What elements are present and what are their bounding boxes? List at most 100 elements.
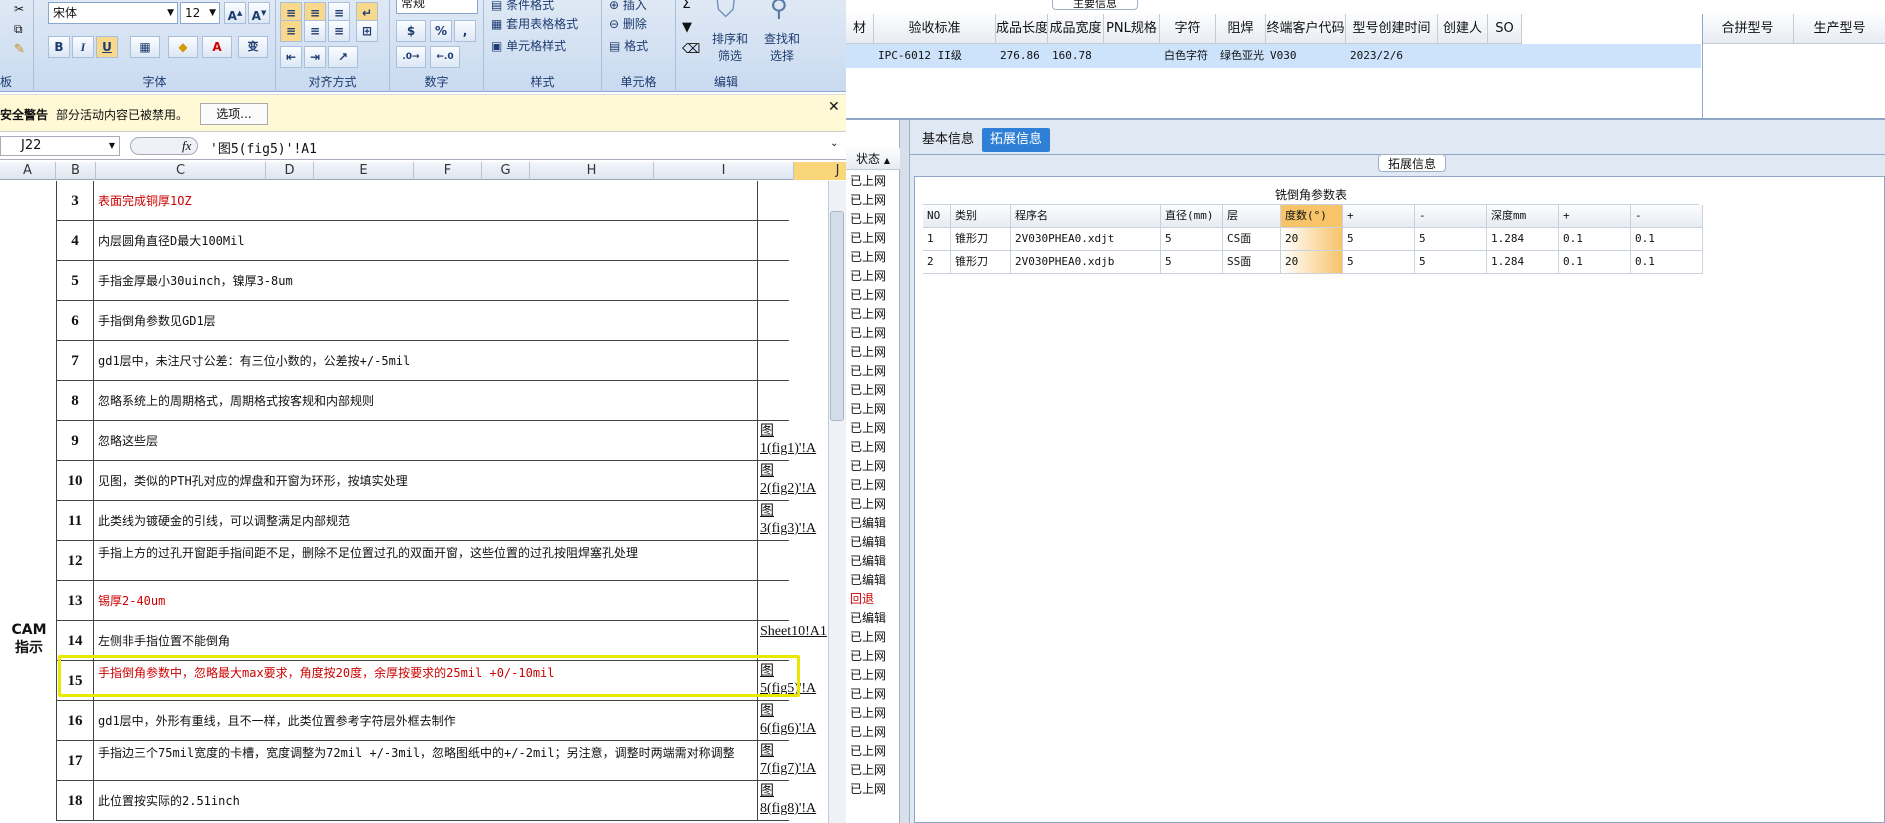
table-row[interactable]: 16 gd1层中，外形有重线，且不一样，此类位置参考字符层外框去制作图 6(fig… bbox=[56, 701, 816, 741]
column-header-c[interactable]: C bbox=[96, 162, 266, 180]
table-cell[interactable]: 5 bbox=[1415, 251, 1487, 274]
state-item[interactable]: 已上网 bbox=[850, 704, 894, 723]
row-text[interactable]: 内层圆角直径D最大100Mil bbox=[96, 221, 758, 261]
state-item[interactable]: 已上网 bbox=[850, 286, 894, 305]
row-text[interactable]: 表面完成铜厚1OZ bbox=[96, 181, 758, 221]
row-text[interactable]: 忽略系统上的周期格式，周期格式按客规和内部规则 bbox=[96, 381, 758, 421]
table-header-cell[interactable]: 深度mm bbox=[1487, 205, 1559, 228]
table-row[interactable]: 11 此类线为镀硬金的引线，可以调整满足内部规范图 3(fig3)'!A bbox=[56, 501, 816, 541]
state-item[interactable]: 已上网 bbox=[850, 723, 894, 742]
table-row[interactable]: 18 此位置按实际的2.51inch 图 8(fig8)'!A bbox=[56, 781, 816, 821]
table-cell[interactable]: 20 bbox=[1281, 251, 1343, 274]
table-row[interactable]: 17 手指边三个75mil宽度的卡槽，宽度调整为72mil +/-3mil，忽略图… bbox=[56, 741, 816, 781]
state-item[interactable]: 已编辑 bbox=[850, 571, 894, 590]
state-item[interactable]: 已上网 bbox=[850, 324, 894, 343]
table-row[interactable]: 7 gd1层中，未注尺寸公差：有三位小数的，公差按+/-5mil bbox=[56, 341, 789, 381]
column-header-a[interactable]: A bbox=[0, 162, 56, 180]
sort-filter-button[interactable]: 排序和 筛选 bbox=[712, 30, 748, 64]
number-format-select[interactable]: 常规 bbox=[396, 0, 478, 14]
table-cell[interactable]: 20 bbox=[1281, 228, 1343, 251]
cell[interactable] bbox=[1104, 44, 1160, 68]
row-text[interactable]: 此类线为镀硬金的引线，可以调整满足内部规范 bbox=[96, 501, 758, 541]
italic-button[interactable]: I bbox=[72, 36, 94, 58]
table-header-cell[interactable]: + bbox=[1559, 205, 1631, 228]
table-header-cell[interactable]: - bbox=[1415, 205, 1487, 228]
table-row[interactable]: 5 手指金厚最小30uinch，镍厚3-8um bbox=[56, 261, 789, 301]
table-row[interactable]: 8 忽略系统上的周期格式，周期格式按客规和内部规则 bbox=[56, 381, 789, 421]
font-size-select[interactable]: 12 ▼ bbox=[180, 2, 220, 24]
table-format-button[interactable]: ▦ 套用表格格式 bbox=[490, 13, 579, 35]
align-center-icon[interactable]: ≡ bbox=[304, 20, 326, 42]
security-options-button[interactable]: 选项... bbox=[200, 103, 268, 125]
format-button[interactable]: ▤ 格式 bbox=[608, 35, 649, 57]
expand-formula-icon[interactable]: ⌄ bbox=[830, 138, 838, 149]
increase-indent-icon[interactable]: ⇥ bbox=[304, 46, 326, 68]
state-item[interactable]: 已上网 bbox=[850, 381, 894, 400]
format-painter-icon[interactable]: ✎ bbox=[14, 42, 25, 57]
state-item[interactable]: 已上网 bbox=[850, 362, 894, 381]
align-left-icon[interactable]: ≡ bbox=[280, 20, 302, 42]
state-item[interactable]: 已上网 bbox=[850, 495, 894, 514]
cell[interactable] bbox=[846, 44, 874, 68]
column-header[interactable]: 成品长度 bbox=[996, 14, 1048, 44]
fill-color-icon[interactable]: ◆ bbox=[168, 36, 198, 58]
fx-button[interactable]: fx bbox=[182, 138, 191, 154]
row-link[interactable] bbox=[760, 301, 828, 341]
cell[interactable]: 160.78 bbox=[1048, 44, 1104, 68]
table-cell[interactable]: 2V030PHEA0.xdjt bbox=[1011, 228, 1161, 251]
cut-icon[interactable]: ✂ bbox=[14, 2, 24, 16]
row-text[interactable]: 手指倒角参数见GD1层 bbox=[96, 301, 758, 341]
table-cell[interactable]: 0.1 bbox=[1559, 251, 1631, 274]
row-text[interactable]: 手指边三个75mil宽度的卡槽，宽度调整为72mil +/-3mil，忽略图纸中… bbox=[96, 741, 758, 781]
table-cell[interactable]: CS面 bbox=[1223, 228, 1281, 251]
table-cell[interactable]: 5 bbox=[1343, 228, 1415, 251]
state-item[interactable]: 已上网 bbox=[850, 647, 894, 666]
table-row[interactable]: 13 锡厚2-40um bbox=[56, 581, 789, 621]
state-item[interactable]: 已上网 bbox=[850, 248, 894, 267]
state-item[interactable]: 已编辑 bbox=[850, 533, 894, 552]
column-header[interactable]: 型号创建时间 bbox=[1346, 14, 1438, 44]
table-row[interactable]: 12 手指上方的过孔开窗距手指间距不足，删除不足位置过孔的双面开窗，这些位置的过孔… bbox=[56, 541, 789, 581]
decrease-decimal-icon[interactable]: ←.0 bbox=[430, 46, 460, 68]
table-header-cell[interactable]: 层 bbox=[1223, 205, 1281, 228]
cell[interactable]: 2023/2/6 bbox=[1346, 44, 1438, 68]
bold-button[interactable]: B bbox=[48, 36, 70, 58]
sum-icon[interactable]: Σ bbox=[682, 0, 691, 12]
sort-filter-icon[interactable]: ⛉ bbox=[716, 0, 736, 25]
state-item[interactable]: 回退 bbox=[850, 590, 894, 609]
cell-style-button[interactable]: ▣ 单元格样式 bbox=[490, 35, 567, 57]
state-item[interactable]: 已上网 bbox=[850, 229, 894, 248]
borders-icon[interactable]: ▦ bbox=[130, 36, 160, 58]
table-row[interactable]: 6 手指倒角参数见GD1层 bbox=[56, 301, 789, 341]
increase-decimal-icon[interactable]: .0→ bbox=[396, 46, 426, 68]
table-header-cell[interactable]: 类别 bbox=[951, 205, 1011, 228]
state-item[interactable]: 已上网 bbox=[850, 210, 894, 229]
row-text[interactable]: 手指金厚最小30uinch，镍厚3-8um bbox=[96, 261, 758, 301]
state-item[interactable]: 已上网 bbox=[850, 267, 894, 286]
font-name-select[interactable]: 宋体 ▼ bbox=[48, 2, 178, 24]
table-header-cell[interactable]: 程序名 bbox=[1011, 205, 1161, 228]
column-header[interactable]: SO bbox=[1488, 14, 1522, 44]
merge-cells-icon[interactable]: ⊞ bbox=[356, 20, 378, 42]
orientation-icon[interactable]: ↗ bbox=[328, 46, 358, 68]
table-cell[interactable]: 1.284 bbox=[1487, 251, 1559, 274]
state-item[interactable]: 已上网 bbox=[850, 742, 894, 761]
comma-button[interactable]: , bbox=[454, 20, 476, 42]
row-link[interactable] bbox=[760, 581, 828, 621]
row-link[interactable] bbox=[760, 541, 828, 581]
row-link[interactable]: 图 8(fig8)'!A bbox=[760, 781, 828, 821]
cell[interactable]: IPC-6012 II级 bbox=[874, 44, 996, 68]
column-header[interactable]: 创建人 bbox=[1438, 14, 1488, 44]
table-cell[interactable]: 5 bbox=[1161, 228, 1223, 251]
row-text[interactable]: 锡厚2-40um bbox=[96, 581, 758, 621]
state-item[interactable]: 已上网 bbox=[850, 780, 894, 799]
state-item[interactable]: 已上网 bbox=[850, 476, 894, 495]
delete-button[interactable]: ⊖ 删除 bbox=[608, 13, 648, 35]
state-item[interactable]: 已编辑 bbox=[850, 552, 894, 571]
find-select-button[interactable]: 查找和 选择 bbox=[764, 30, 800, 64]
percent-button[interactable]: % bbox=[430, 20, 452, 42]
state-item[interactable]: 已上网 bbox=[850, 400, 894, 419]
row-link[interactable]: 图 2(fig2)'!A bbox=[760, 461, 828, 501]
sheet-grid[interactable]: CAM 指示 3 表面完成铜厚1OZ 4 内层圆角直径D最大100Mil 5 手指金厚最小… bbox=[0, 181, 828, 823]
row-text[interactable]: 见图，类似的PTH孔对应的焊盘和开窗为环形，按填实处理 bbox=[96, 461, 758, 501]
